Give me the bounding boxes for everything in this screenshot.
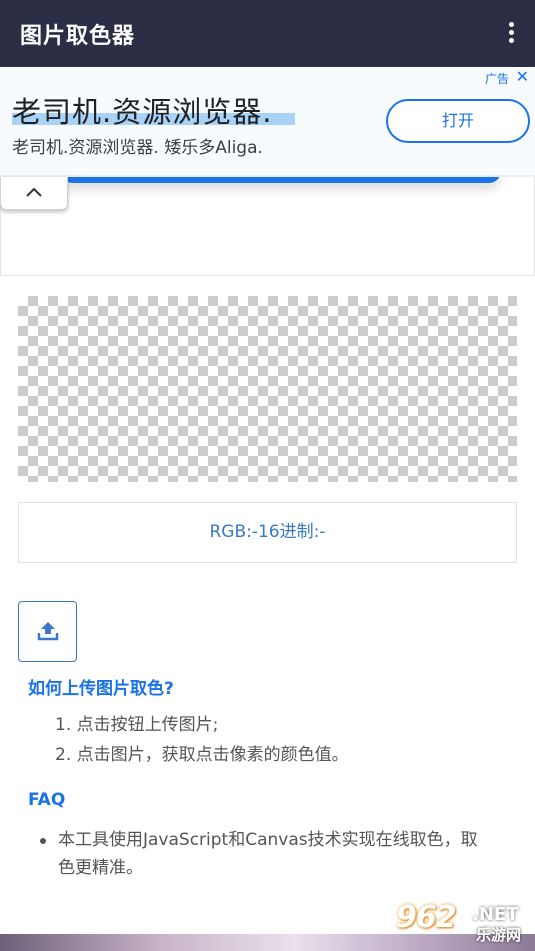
ad-headline-wrap: 老司机.资源浏览器. [12,89,295,131]
image-canvas[interactable] [18,296,517,482]
collapse-button[interactable] [0,177,68,210]
ad-headline: 老司机.资源浏览器. [12,95,273,129]
step-item: 2. 点击图片，获取点击像素的颜色值。 [55,745,349,765]
ad-open-button[interactable]: 打开 [386,99,530,143]
ad-subtext: 老司机.资源浏览器. 矮乐多Aliga. [12,138,263,158]
upload-button[interactable] [18,601,77,662]
app-bar: 图片取色器 [0,0,535,67]
upload-icon [37,622,59,641]
chevron-up-icon [26,187,42,197]
faq-text: 本工具使用JavaScript和Canvas技术实现在线取色，取色更精准。 [58,830,478,878]
color-readout: RGB:-16进制:- [18,502,517,563]
ad-banner[interactable]: 广告 ✕ 老司机.资源浏览器. 老司机.资源浏览器. 矮乐多Aliga. 打开 [0,67,535,177]
panel-decoration [61,177,501,183]
ad-panel [0,177,535,276]
watermark-sub: 乐游网 [476,926,522,944]
app-title: 图片取色器 [20,24,136,49]
ad-close-icon[interactable]: ✕ [516,67,529,86]
step-item: 1. 点击按钮上传图片; [55,715,219,735]
faq-title: FAQ [28,790,66,810]
watermark-main: 962 [396,900,457,935]
steps-list: 1. 点击按钮上传图片; 2. 点击图片，获取点击像素的颜色值。 [55,710,349,770]
bullet [40,838,46,844]
watermark-logo: 962 .NET 乐游网 [396,900,532,946]
how-to-title: 如何上传图片取色? [28,679,174,699]
ad-label: 广告 [484,72,509,86]
faq-item: 本工具使用JavaScript和Canvas技术实现在线取色，取色更精准。 [40,826,488,882]
more-vert-icon[interactable] [501,20,521,48]
watermark-net: .NET [472,904,519,925]
